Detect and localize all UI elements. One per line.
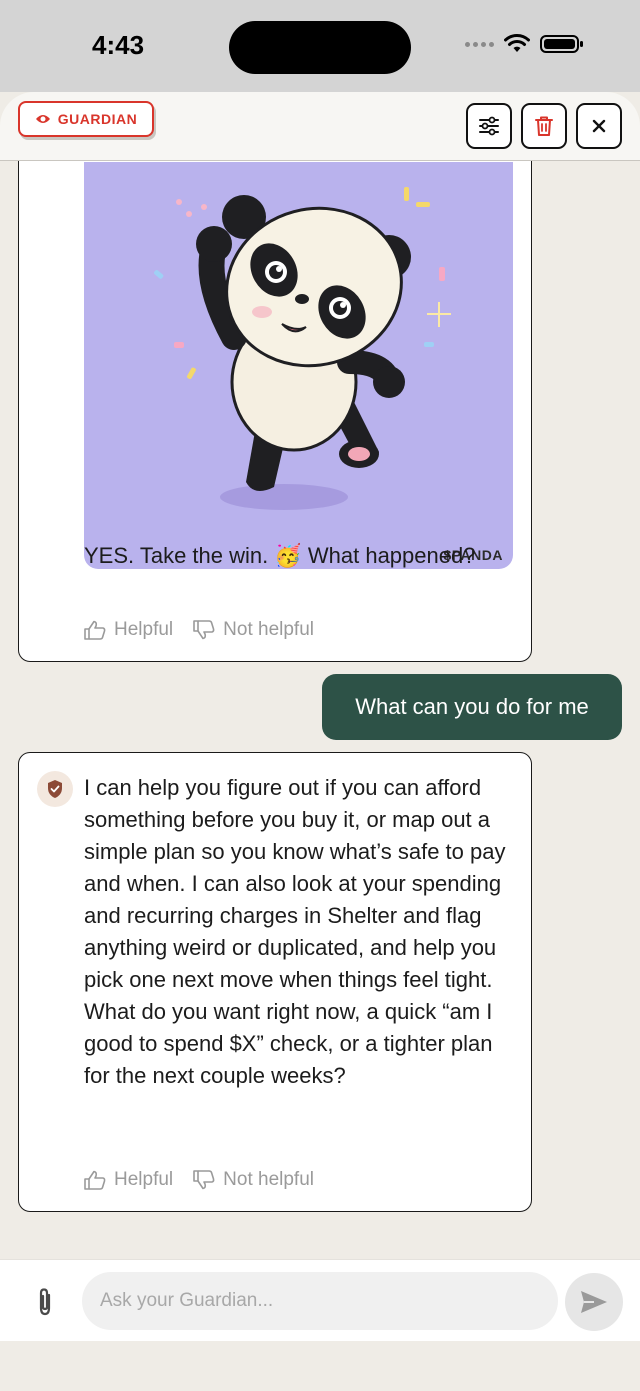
dynamic-island — [229, 21, 411, 74]
bottom-safe-area — [0, 1341, 640, 1391]
close-button[interactable] — [576, 103, 622, 149]
not-helpful-button[interactable]: Not helpful — [193, 1169, 314, 1191]
helpful-label: Helpful — [114, 1169, 174, 1190]
thumbs-up-icon — [84, 620, 106, 640]
send-icon — [581, 1291, 607, 1313]
assistant-message: $PANDA YES. Take the win. 🥳 What happene… — [18, 161, 532, 662]
status-icons — [465, 34, 584, 54]
battery-icon — [540, 35, 583, 53]
feedback-row: Helpful Not helpful — [84, 619, 314, 641]
status-time: 4:43 — [92, 30, 145, 60]
eye-icon — [35, 115, 50, 123]
send-button[interactable] — [565, 1273, 623, 1331]
close-icon — [592, 119, 606, 133]
message-input[interactable] — [82, 1272, 558, 1330]
wifi-icon — [504, 34, 530, 52]
settings-button[interactable] — [466, 103, 512, 149]
thumbs-down-icon — [193, 1170, 215, 1190]
thumbs-up-icon — [84, 1170, 106, 1190]
composer-bar — [0, 1259, 640, 1341]
sliders-icon — [479, 116, 499, 136]
paperclip-icon — [39, 1288, 51, 1316]
guardian-badge[interactable]: GUARDIAN — [18, 101, 154, 137]
assistant-message: I can help you figure out if you can aff… — [18, 752, 532, 1212]
attach-button[interactable] — [32, 1287, 58, 1322]
not-helpful-label: Not helpful — [223, 619, 314, 640]
shield-icon — [48, 780, 62, 798]
not-helpful-button[interactable]: Not helpful — [193, 619, 314, 641]
feedback-row: Helpful Not helpful — [84, 1169, 314, 1191]
guardian-badge-label: GUARDIAN — [57, 111, 138, 127]
user-message-text: What can you do for me — [355, 694, 589, 719]
helpful-button[interactable]: Helpful — [84, 1169, 173, 1191]
panda-gif: $PANDA — [84, 162, 513, 569]
not-helpful-label: Not helpful — [223, 1169, 314, 1190]
helpful-label: Helpful — [114, 619, 174, 640]
chat-thread[interactable]: $PANDA YES. Take the win. 🥳 What happene… — [0, 161, 640, 1259]
thumbs-down-icon — [193, 620, 215, 640]
trash-icon — [535, 116, 553, 136]
assistant-message-text: YES. Take the win. 🥳 What happened? — [84, 543, 476, 568]
delete-button[interactable] — [521, 103, 567, 149]
guardian-avatar — [37, 771, 73, 807]
assistant-message-text: I can help you figure out if you can aff… — [84, 775, 506, 1088]
signal-dots-icon — [465, 41, 494, 47]
user-message: What can you do for me — [322, 674, 622, 740]
app-header: GUARDIAN — [0, 92, 640, 161]
panda-illustration — [154, 187, 451, 510]
status-bar: 4:43 — [0, 0, 640, 92]
helpful-button[interactable]: Helpful — [84, 619, 173, 641]
